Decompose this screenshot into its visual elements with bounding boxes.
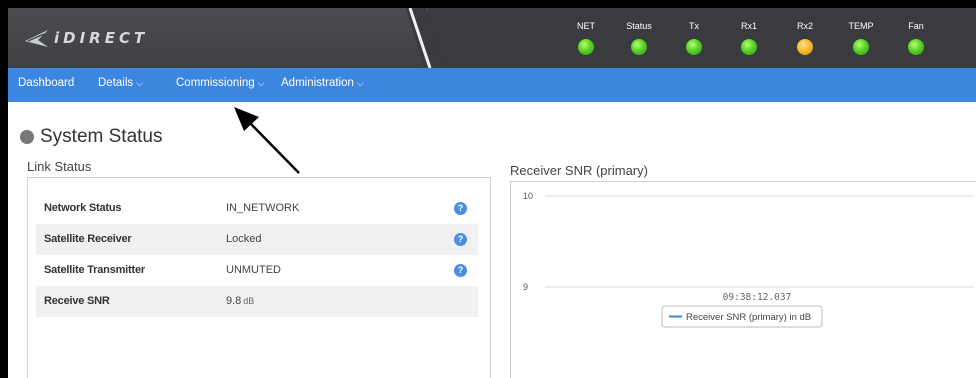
led-label: Rx1 — [740, 21, 757, 31]
led-label: NET — [577, 21, 595, 31]
led-indicator — [686, 39, 702, 55]
nav-details[interactable]: Details ⌵ — [98, 68, 143, 102]
main-content: System Status Link Status Network Status… — [8, 102, 976, 378]
led-indicator — [797, 39, 813, 55]
led-net: NET — [566, 21, 606, 55]
led-temp: TEMP — [841, 21, 881, 55]
link-status-title: Link Status — [27, 159, 92, 174]
legend-label: Receiver SNR (primary) in dB — [686, 312, 811, 323]
led-label: TEMP — [848, 21, 874, 31]
y-tick-label: 9 — [523, 282, 528, 292]
help-icon[interactable]: ? — [454, 202, 467, 215]
chevron-down-icon: ⌵ — [136, 78, 143, 88]
led-indicator — [853, 39, 869, 55]
nav-commissioning[interactable]: Commissioning ⌵ — [176, 68, 264, 102]
chevron-down-icon: ⌵ — [257, 78, 265, 88]
row-label: Satellite Transmitter — [44, 264, 145, 276]
led-indicator — [631, 39, 647, 55]
top-header: iDIRECT NET Status Tx Rx1 Rx2 TEMP Fan — [8, 8, 976, 68]
help-icon[interactable]: ? — [454, 233, 467, 246]
table-row: Satellite Transmitter UNMUTED ? — [36, 255, 478, 286]
led-rx2: Rx2 — [785, 21, 825, 55]
led-rx1: Rx1 — [729, 21, 769, 55]
page-heading: System Status — [20, 126, 163, 148]
chevron-down-icon: ⌵ — [356, 78, 364, 88]
status-led-group: NET Status Tx Rx1 Rx2 TEMP Fan — [566, 21, 976, 61]
snr-unit: dB — [243, 296, 255, 306]
led-status: Status — [619, 21, 659, 55]
led-label: Fan — [908, 21, 924, 31]
nav-dashboard[interactable]: Dashboard — [18, 68, 74, 102]
row-value: 9.8 dB — [226, 295, 254, 307]
status-indicator-icon — [20, 130, 34, 144]
nav-dashboard-label: Dashboard — [18, 77, 75, 89]
snr-chart-panel: 10 9 09:38:12.037 Receiver SNR (primary) in… — [510, 181, 976, 378]
main-nav: Dashboard Details ⌵ Commissioning ⌵ Admini… — [8, 68, 976, 102]
header-divider — [406, 8, 444, 68]
table-row: Receive SNR 9.8 dB — [36, 286, 478, 317]
nav-administration[interactable]: Administration ⌵ — [281, 68, 364, 102]
logo-text: iDIRECT — [54, 29, 149, 47]
link-status-panel: Network Status IN_NETWORK ? Satellite Re… — [27, 177, 491, 378]
idirect-logo-icon — [25, 30, 48, 47]
row-value: Locked — [226, 233, 262, 245]
snr-value: 9.8 — [226, 295, 242, 307]
nav-administration-label: Administration — [281, 77, 354, 89]
led-label: Status — [626, 21, 652, 31]
led-indicator — [578, 39, 594, 55]
led-fan: Fan — [896, 21, 936, 55]
snr-panel-title: Receiver SNR (primary) — [510, 163, 648, 178]
table-row: Network Status IN_NETWORK ? — [36, 193, 478, 224]
app-window: iDIRECT NET Status Tx Rx1 Rx2 TEMP Fan D… — [8, 8, 976, 378]
x-tick-label: 09:38:12.037 — [723, 292, 792, 303]
logo-area: iDIRECT — [8, 8, 428, 68]
row-label: Receive SNR — [44, 295, 110, 307]
row-label: Satellite Receiver — [44, 233, 132, 245]
led-label: Rx2 — [796, 21, 813, 31]
led-label: Tx — [689, 21, 699, 31]
led-tx: Tx — [674, 21, 714, 55]
table-row: Satellite Receiver Locked ? — [36, 224, 478, 255]
nav-details-label: Details — [98, 77, 134, 89]
led-indicator — [908, 39, 924, 55]
nav-commissioning-label: Commissioning — [176, 77, 255, 89]
snr-chart: 10 9 09:38:12.037 Receiver SNR (primary) in… — [523, 191, 973, 328]
row-label: Network Status — [44, 202, 122, 214]
page-title: System Status — [40, 126, 163, 147]
help-icon[interactable]: ? — [454, 264, 467, 277]
row-value: IN_NETWORK — [226, 202, 300, 214]
row-value: UNMUTED — [226, 264, 281, 276]
y-tick-label: 10 — [523, 191, 533, 201]
led-indicator — [741, 39, 757, 55]
idirect-logo[interactable]: iDIRECT — [24, 24, 148, 52]
